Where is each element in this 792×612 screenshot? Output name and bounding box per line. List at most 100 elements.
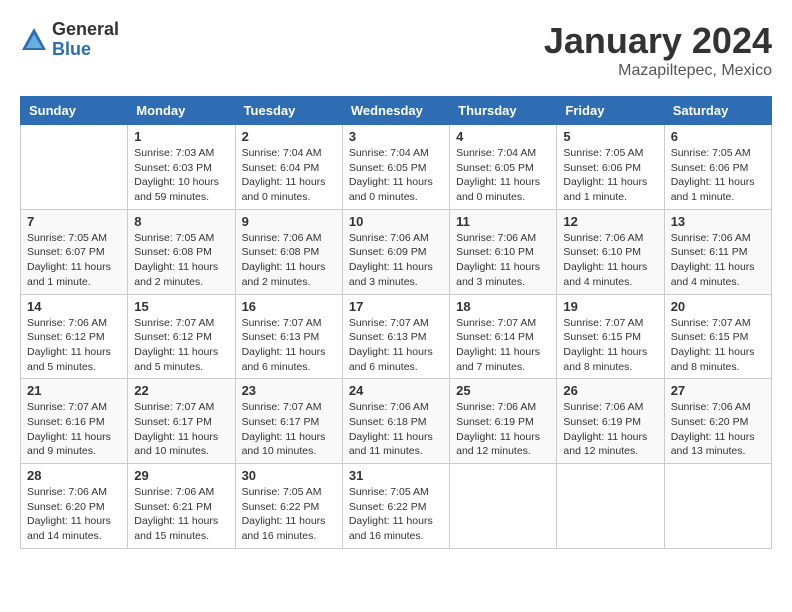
calendar-cell: 3Sunrise: 7:04 AMSunset: 6:05 PMDaylight… [342,125,449,210]
header-day: Monday [128,97,235,125]
calendar-cell: 26 Sunrise: 7:06 AMSunset: 6:19 PMDayligh… [557,379,664,464]
day-number: 17 [349,299,443,314]
day-info: Sunrise: 7:06 AMSunset: 6:19 PMDaylight:… [563,400,657,459]
day-info: Sunrise: 7:06 AMSunset: 6:20 PMDaylight:… [671,400,765,459]
day-number: 20 [671,299,765,314]
calendar-cell: 7 Sunrise: 7:05 AMSunset: 6:07 PMDaylight… [21,209,128,294]
day-number: 21 [27,383,121,398]
calendar-week: 21Sunrise: 7:07 AMSunset: 6:16 PMDayligh… [21,379,772,464]
calendar-cell: 11 Sunrise: 7:06 AMSunset: 6:10 PMDayligh… [450,209,557,294]
header-day: Sunday [21,97,128,125]
calendar-cell [664,464,771,549]
day-info: Sunrise: 7:06 AMSunset: 6:18 PMDaylight:… [349,400,443,459]
calendar-cell: 18Sunrise: 7:07 AMSunset: 6:14 PMDayligh… [450,294,557,379]
calendar-week: 28Sunrise: 7:06 AMSunset: 6:20 PMDayligh… [21,464,772,549]
day-number: 11 [456,214,550,229]
day-number: 26 [563,383,657,398]
day-number: 7 [27,214,121,229]
calendar-cell: 24Sunrise: 7:06 AMSunset: 6:18 PMDayligh… [342,379,449,464]
day-info: Sunrise: 7:04 AMSunset: 6:04 PMDaylight:… [242,146,336,205]
calendar-cell: 4 Sunrise: 7:04 AMSunset: 6:05 PMDaylight… [450,125,557,210]
page-header: General Blue January 2024 Mazapiltepec, … [20,20,772,80]
calendar-cell: 21Sunrise: 7:07 AMSunset: 6:16 PMDayligh… [21,379,128,464]
day-number: 28 [27,468,121,483]
day-number: 5 [563,129,657,144]
logo-text: General Blue [52,20,119,60]
day-info: Sunrise: 7:05 AMSunset: 6:22 PMDaylight:… [349,485,443,544]
logo: General Blue [20,20,119,60]
day-info: Sunrise: 7:07 AMSunset: 6:12 PMDaylight:… [134,316,228,375]
header-day: Friday [557,97,664,125]
calendar-cell: 14 Sunrise: 7:06 AMSunset: 6:12 PMDayligh… [21,294,128,379]
calendar-cell: 2 Sunrise: 7:04 AMSunset: 6:04 PMDaylight… [235,125,342,210]
calendar-cell: 25 Sunrise: 7:06 AMSunset: 6:19 PMDayligh… [450,379,557,464]
day-info: Sunrise: 7:07 AMSunset: 6:15 PMDaylight:… [563,316,657,375]
day-info: Sunrise: 7:06 AMSunset: 6:19 PMDaylight:… [456,400,550,459]
day-info: Sunrise: 7:04 AMSunset: 6:05 PMDaylight:… [456,146,550,205]
day-number: 31 [349,468,443,483]
calendar-location: Mazapiltepec, Mexico [544,62,772,80]
calendar-cell: 13 Sunrise: 7:06 AMSunset: 6:11 PMDayligh… [664,209,771,294]
day-info: Sunrise: 7:05 AMSunset: 6:07 PMDaylight:… [27,231,121,290]
calendar-title: January 2024 [544,20,772,62]
calendar-cell: 20 Sunrise: 7:07 AMSunset: 6:15 PMDayligh… [664,294,771,379]
calendar-cell: 15 Sunrise: 7:07 AMSunset: 6:12 PMDayligh… [128,294,235,379]
day-info: Sunrise: 7:06 AMSunset: 6:09 PMDaylight:… [349,231,443,290]
day-number: 13 [671,214,765,229]
calendar-cell: 16Sunrise: 7:07 AMSunset: 6:13 PMDayligh… [235,294,342,379]
calendar-table: SundayMondayTuesdayWednesdayThursdayFrid… [20,96,772,549]
header-row: SundayMondayTuesdayWednesdayThursdayFrid… [21,97,772,125]
day-info: Sunrise: 7:06 AMSunset: 6:08 PMDaylight:… [242,231,336,290]
day-number: 19 [563,299,657,314]
calendar-cell: 19 Sunrise: 7:07 AMSunset: 6:15 PMDayligh… [557,294,664,379]
logo-icon [20,26,48,54]
calendar-header: SundayMondayTuesdayWednesdayThursdayFrid… [21,97,772,125]
calendar-cell [21,125,128,210]
day-number: 18 [456,299,550,314]
day-number: 9 [242,214,336,229]
calendar-cell: 17Sunrise: 7:07 AMSunset: 6:13 PMDayligh… [342,294,449,379]
calendar-week: 14 Sunrise: 7:06 AMSunset: 6:12 PMDayligh… [21,294,772,379]
day-number: 1 [134,129,228,144]
day-info: Sunrise: 7:06 AMSunset: 6:21 PMDaylight:… [134,485,228,544]
day-number: 10 [349,214,443,229]
day-number: 29 [134,468,228,483]
calendar-week: 7 Sunrise: 7:05 AMSunset: 6:07 PMDaylight… [21,209,772,294]
calendar-cell [557,464,664,549]
calendar-cell: 31 Sunrise: 7:05 AMSunset: 6:22 PMDayligh… [342,464,449,549]
calendar-cell: 27Sunrise: 7:06 AMSunset: 6:20 PMDayligh… [664,379,771,464]
calendar-week: 1Sunrise: 7:03 AMSunset: 6:03 PMDaylight… [21,125,772,210]
day-number: 14 [27,299,121,314]
day-info: Sunrise: 7:06 AMSunset: 6:11 PMDaylight:… [671,231,765,290]
calendar-body: 1Sunrise: 7:03 AMSunset: 6:03 PMDaylight… [21,125,772,549]
title-block: January 2024 Mazapiltepec, Mexico [544,20,772,80]
calendar-cell: 28Sunrise: 7:06 AMSunset: 6:20 PMDayligh… [21,464,128,549]
calendar-cell: 9 Sunrise: 7:06 AMSunset: 6:08 PMDaylight… [235,209,342,294]
calendar-cell: 10 Sunrise: 7:06 AMSunset: 6:09 PMDayligh… [342,209,449,294]
calendar-cell: 22Sunrise: 7:07 AMSunset: 6:17 PMDayligh… [128,379,235,464]
header-day: Tuesday [235,97,342,125]
calendar-cell: 29 Sunrise: 7:06 AMSunset: 6:21 PMDayligh… [128,464,235,549]
calendar-cell: 8Sunrise: 7:05 AMSunset: 6:08 PMDaylight… [128,209,235,294]
day-number: 2 [242,129,336,144]
day-number: 30 [242,468,336,483]
day-info: Sunrise: 7:07 AMSunset: 6:17 PMDaylight:… [134,400,228,459]
calendar-cell: 1Sunrise: 7:03 AMSunset: 6:03 PMDaylight… [128,125,235,210]
day-number: 15 [134,299,228,314]
calendar-cell [450,464,557,549]
day-info: Sunrise: 7:07 AMSunset: 6:15 PMDaylight:… [671,316,765,375]
calendar-cell: 6Sunrise: 7:05 AMSunset: 6:06 PMDaylight… [664,125,771,210]
day-info: Sunrise: 7:05 AMSunset: 6:06 PMDaylight:… [563,146,657,205]
day-info: Sunrise: 7:07 AMSunset: 6:17 PMDaylight:… [242,400,336,459]
day-info: Sunrise: 7:06 AMSunset: 6:10 PMDaylight:… [456,231,550,290]
day-info: Sunrise: 7:05 AMSunset: 6:08 PMDaylight:… [134,231,228,290]
day-info: Sunrise: 7:04 AMSunset: 6:05 PMDaylight:… [349,146,443,205]
day-number: 4 [456,129,550,144]
day-info: Sunrise: 7:07 AMSunset: 6:13 PMDaylight:… [242,316,336,375]
day-info: Sunrise: 7:05 AMSunset: 6:06 PMDaylight:… [671,146,765,205]
day-number: 25 [456,383,550,398]
day-info: Sunrise: 7:06 AMSunset: 6:10 PMDaylight:… [563,231,657,290]
calendar-cell: 23Sunrise: 7:07 AMSunset: 6:17 PMDayligh… [235,379,342,464]
calendar-cell: 5 Sunrise: 7:05 AMSunset: 6:06 PMDaylight… [557,125,664,210]
day-info: Sunrise: 7:06 AMSunset: 6:12 PMDaylight:… [27,316,121,375]
